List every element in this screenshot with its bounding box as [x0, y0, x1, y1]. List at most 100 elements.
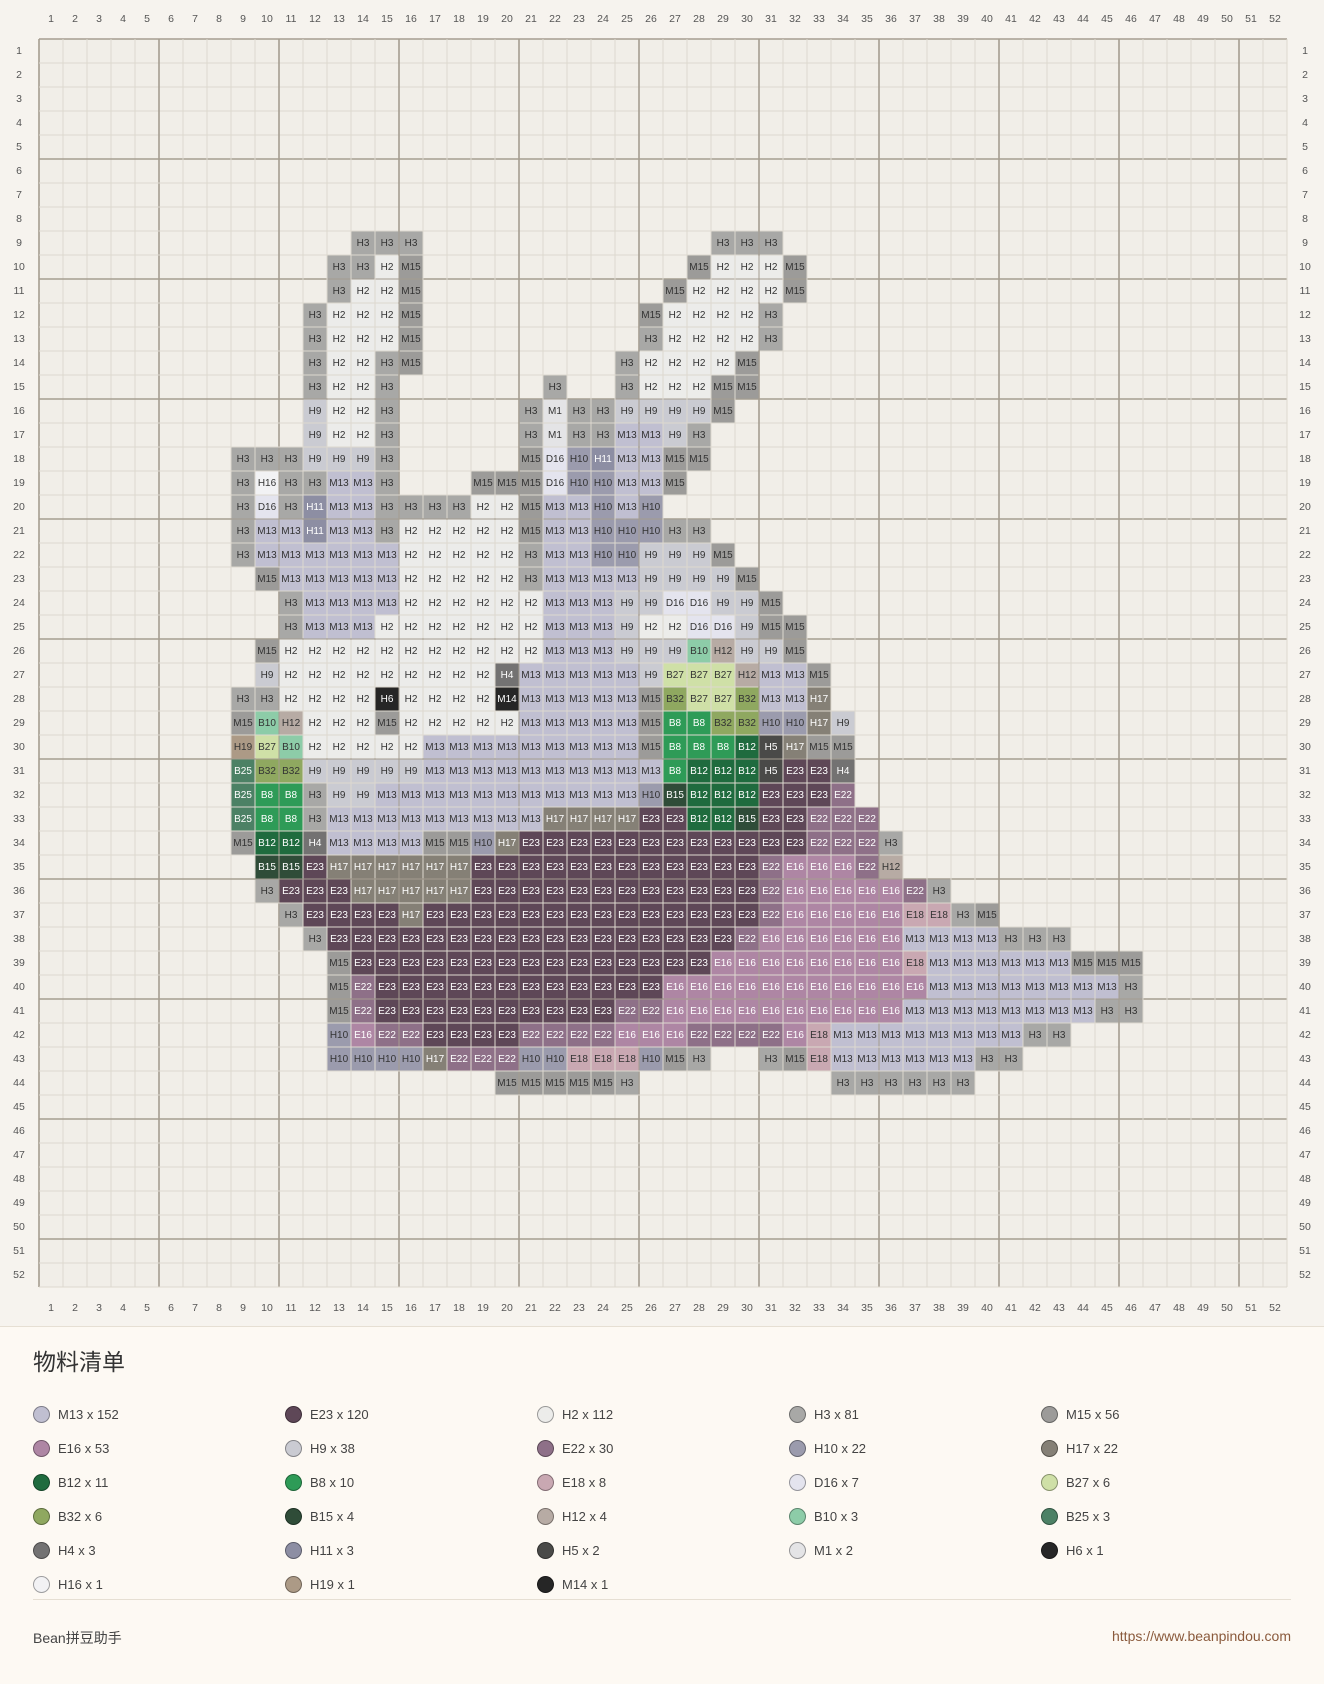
bead-code: E16	[786, 1006, 804, 1017]
bead-code: M13	[905, 1054, 925, 1065]
col-label-bottom: 3	[96, 1302, 102, 1314]
row-label-left: 14	[13, 357, 25, 369]
col-label-bottom: 24	[597, 1302, 609, 1314]
bead-code: E22	[738, 934, 756, 945]
bead-code: B8	[669, 766, 682, 777]
bead-code: E23	[786, 838, 804, 849]
bead-code: E23	[570, 958, 588, 969]
bead-code: E23	[378, 982, 396, 993]
row-label-right: 36	[1299, 885, 1311, 897]
bead-code: E23	[474, 886, 492, 897]
material-label: B8 x 10	[310, 1474, 355, 1490]
col-label-bottom: 45	[1101, 1302, 1113, 1314]
bead-code: M13	[593, 598, 613, 609]
row-label-left: 47	[13, 1149, 25, 1161]
bead-code: H2	[453, 646, 466, 657]
bead-code: H3	[957, 1078, 970, 1089]
bead-code: H3	[573, 430, 586, 441]
bead-code: M15	[521, 454, 541, 465]
bead-code: M13	[353, 838, 373, 849]
row-label-right: 52	[1299, 1269, 1311, 1281]
bead-code: M13	[617, 790, 637, 801]
bead-code: M15	[785, 286, 805, 297]
bead-code: H2	[309, 670, 322, 681]
bead-code: E16	[618, 1030, 636, 1041]
bead-code: H3	[1101, 1006, 1114, 1017]
bead-code: H10	[762, 718, 781, 729]
material-label: M14 x 1	[562, 1576, 609, 1592]
col-label-top: 36	[885, 13, 897, 25]
bead-code: M13	[473, 790, 493, 801]
bead-code: M13	[449, 790, 469, 801]
bead-code: M15	[737, 382, 757, 393]
bead-code: H2	[765, 286, 778, 297]
bead-code: E23	[474, 910, 492, 921]
bead-code: H10	[474, 838, 493, 849]
bead-code: M13	[617, 694, 637, 705]
bead-code: M15	[329, 1006, 349, 1017]
row-label-left: 19	[13, 477, 25, 489]
bead-code: H2	[477, 526, 490, 537]
color-swatch	[537, 1507, 554, 1525]
col-label-top: 18	[453, 13, 465, 25]
bead-code: B32	[738, 718, 756, 729]
row-label-right: 6	[1302, 165, 1308, 177]
color-swatch	[1041, 1405, 1058, 1423]
bead-code: H10	[642, 790, 661, 801]
col-label-top: 41	[1005, 13, 1017, 25]
bead-code: E23	[546, 886, 564, 897]
bead-code: H2	[381, 622, 394, 633]
color-swatch	[285, 1473, 302, 1491]
bead-code: E23	[450, 934, 468, 945]
row-label-right: 28	[1299, 693, 1311, 705]
bead-code: H3	[381, 406, 394, 417]
material-label: H17 x 22	[1066, 1440, 1119, 1456]
color-swatch	[1041, 1541, 1058, 1559]
col-label-bottom: 51	[1245, 1302, 1257, 1314]
bead-code: E16	[810, 934, 828, 945]
material-item: B27 x 6	[1041, 1465, 1293, 1499]
material-item: H3 x 81	[789, 1397, 1041, 1431]
bead-code: H11	[594, 454, 612, 465]
col-label-top: 3	[96, 13, 102, 25]
bead-code: H17	[498, 838, 517, 849]
bead-code: H17	[570, 814, 589, 825]
bead-code: E16	[858, 934, 876, 945]
bead-code: E16	[666, 1006, 684, 1017]
row-label-left: 8	[16, 213, 22, 225]
bead-code: H17	[378, 886, 397, 897]
color-swatch	[33, 1575, 50, 1593]
bead-code: E16	[834, 982, 852, 993]
bead-code: M13	[377, 814, 397, 825]
bead-code: H3	[621, 1078, 634, 1089]
bead-code: M13	[329, 502, 349, 513]
row-label-right: 9	[1302, 237, 1308, 249]
bead-code: B12	[714, 814, 732, 825]
bead-code: H2	[357, 310, 370, 321]
bead-code: H17	[354, 862, 373, 873]
bead-code: E23	[522, 910, 540, 921]
bead-code: M15	[545, 1078, 565, 1089]
bead-code: E16	[882, 958, 900, 969]
bead-code: E22	[858, 862, 876, 873]
footer-link[interactable]: https://www.beanpindou.com	[1112, 1628, 1291, 1644]
bead-code: M15	[569, 1078, 589, 1089]
bead-code: M15	[809, 742, 829, 753]
bead-code: H2	[501, 550, 514, 561]
color-swatch	[1041, 1473, 1058, 1491]
bead-code: E16	[786, 982, 804, 993]
bead-code: H9	[717, 574, 730, 585]
bead-code: M13	[497, 742, 517, 753]
material-list: M13 x 152 E23 x 120 H2 x 112 H3 x 81 M15 x 5…	[33, 1397, 1293, 1601]
col-label-bottom: 13	[333, 1302, 345, 1314]
col-label-bottom: 12	[309, 1302, 321, 1314]
bead-code: E23	[666, 886, 684, 897]
bead-code: E23	[402, 1006, 420, 1017]
bead-code: M15	[449, 838, 469, 849]
row-label-right: 41	[1299, 1005, 1311, 1017]
bead-code: H2	[381, 334, 394, 345]
bead-code: H17	[450, 862, 469, 873]
bead-code: H2	[501, 598, 514, 609]
col-label-bottom: 44	[1077, 1302, 1089, 1314]
bead-code: B32	[666, 694, 684, 705]
